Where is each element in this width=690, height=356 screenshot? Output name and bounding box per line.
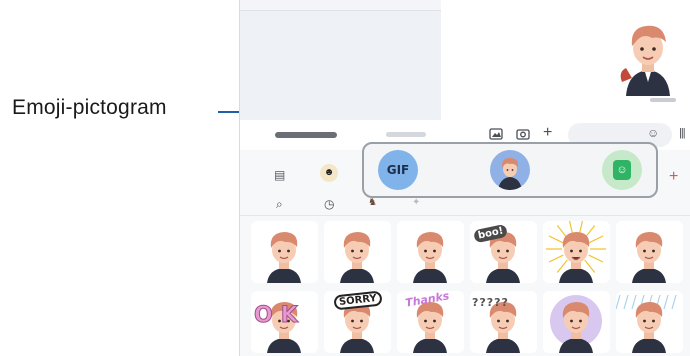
sticker-item[interactable]: Thanks — [397, 291, 464, 353]
image-icon[interactable] — [489, 127, 503, 141]
sticker-item[interactable]: ????? — [470, 291, 537, 353]
sticker-item[interactable]: boo! — [470, 221, 537, 283]
sticker-item[interactable] — [543, 221, 610, 283]
camera-icon[interactable] — [516, 127, 530, 141]
sticker-item[interactable] — [616, 221, 683, 283]
sticker-item[interactable] — [397, 221, 464, 283]
sticker-button[interactable]: ☺ — [602, 150, 642, 190]
emoji-pictogram-bar: GIF ☺ — [362, 142, 658, 198]
ar-emoji-button[interactable] — [490, 150, 530, 190]
recent-icon[interactable]: ◷ — [324, 197, 334, 211]
sent-ar-emoji-sticker — [620, 25, 670, 96]
gif-label: GIF — [386, 163, 410, 177]
keyboard-icon[interactable]: ▤ — [274, 168, 285, 182]
tab-inactive[interactable] — [386, 132, 426, 137]
sticker-pack-icon[interactable]: ♞ — [368, 197, 377, 208]
sticker-item[interactable] — [324, 221, 391, 283]
callout-label: Emoji-pictogram — [12, 96, 167, 119]
sticker-item[interactable]: SORRY — [324, 291, 391, 353]
sticker-icon: ☺ — [613, 160, 631, 180]
emoji-icon[interactable]: ☺ — [647, 126, 659, 140]
message-timestamp — [650, 98, 676, 102]
ar-emoji-avatar-icon — [498, 158, 522, 190]
chat-background — [240, 10, 441, 120]
sticker-grid: boo! OK SORRY Thanks ????? — [251, 221, 690, 356]
sticker-item[interactable] — [251, 221, 318, 283]
chat-area — [240, 0, 690, 120]
sticker-item[interactable] — [616, 291, 683, 353]
gif-button[interactable]: GIF — [378, 150, 418, 190]
voice-icon[interactable]: ||| — [679, 127, 686, 139]
sticker-item[interactable]: OK — [251, 291, 318, 353]
add-icon[interactable]: + — [543, 124, 552, 142]
sticker-caption: OK — [254, 303, 306, 329]
sticker-item[interactable] — [543, 291, 610, 353]
ar-emoji-category-icon[interactable]: ☻ — [320, 164, 338, 182]
sticker-caption: ????? — [472, 296, 509, 309]
search-icon[interactable]: ⌕ — [276, 197, 283, 212]
add-sticker-button[interactable]: + — [669, 168, 678, 186]
tab-active[interactable] — [275, 132, 337, 138]
sticker-pack-icon-faded[interactable]: ✦ — [412, 197, 420, 208]
